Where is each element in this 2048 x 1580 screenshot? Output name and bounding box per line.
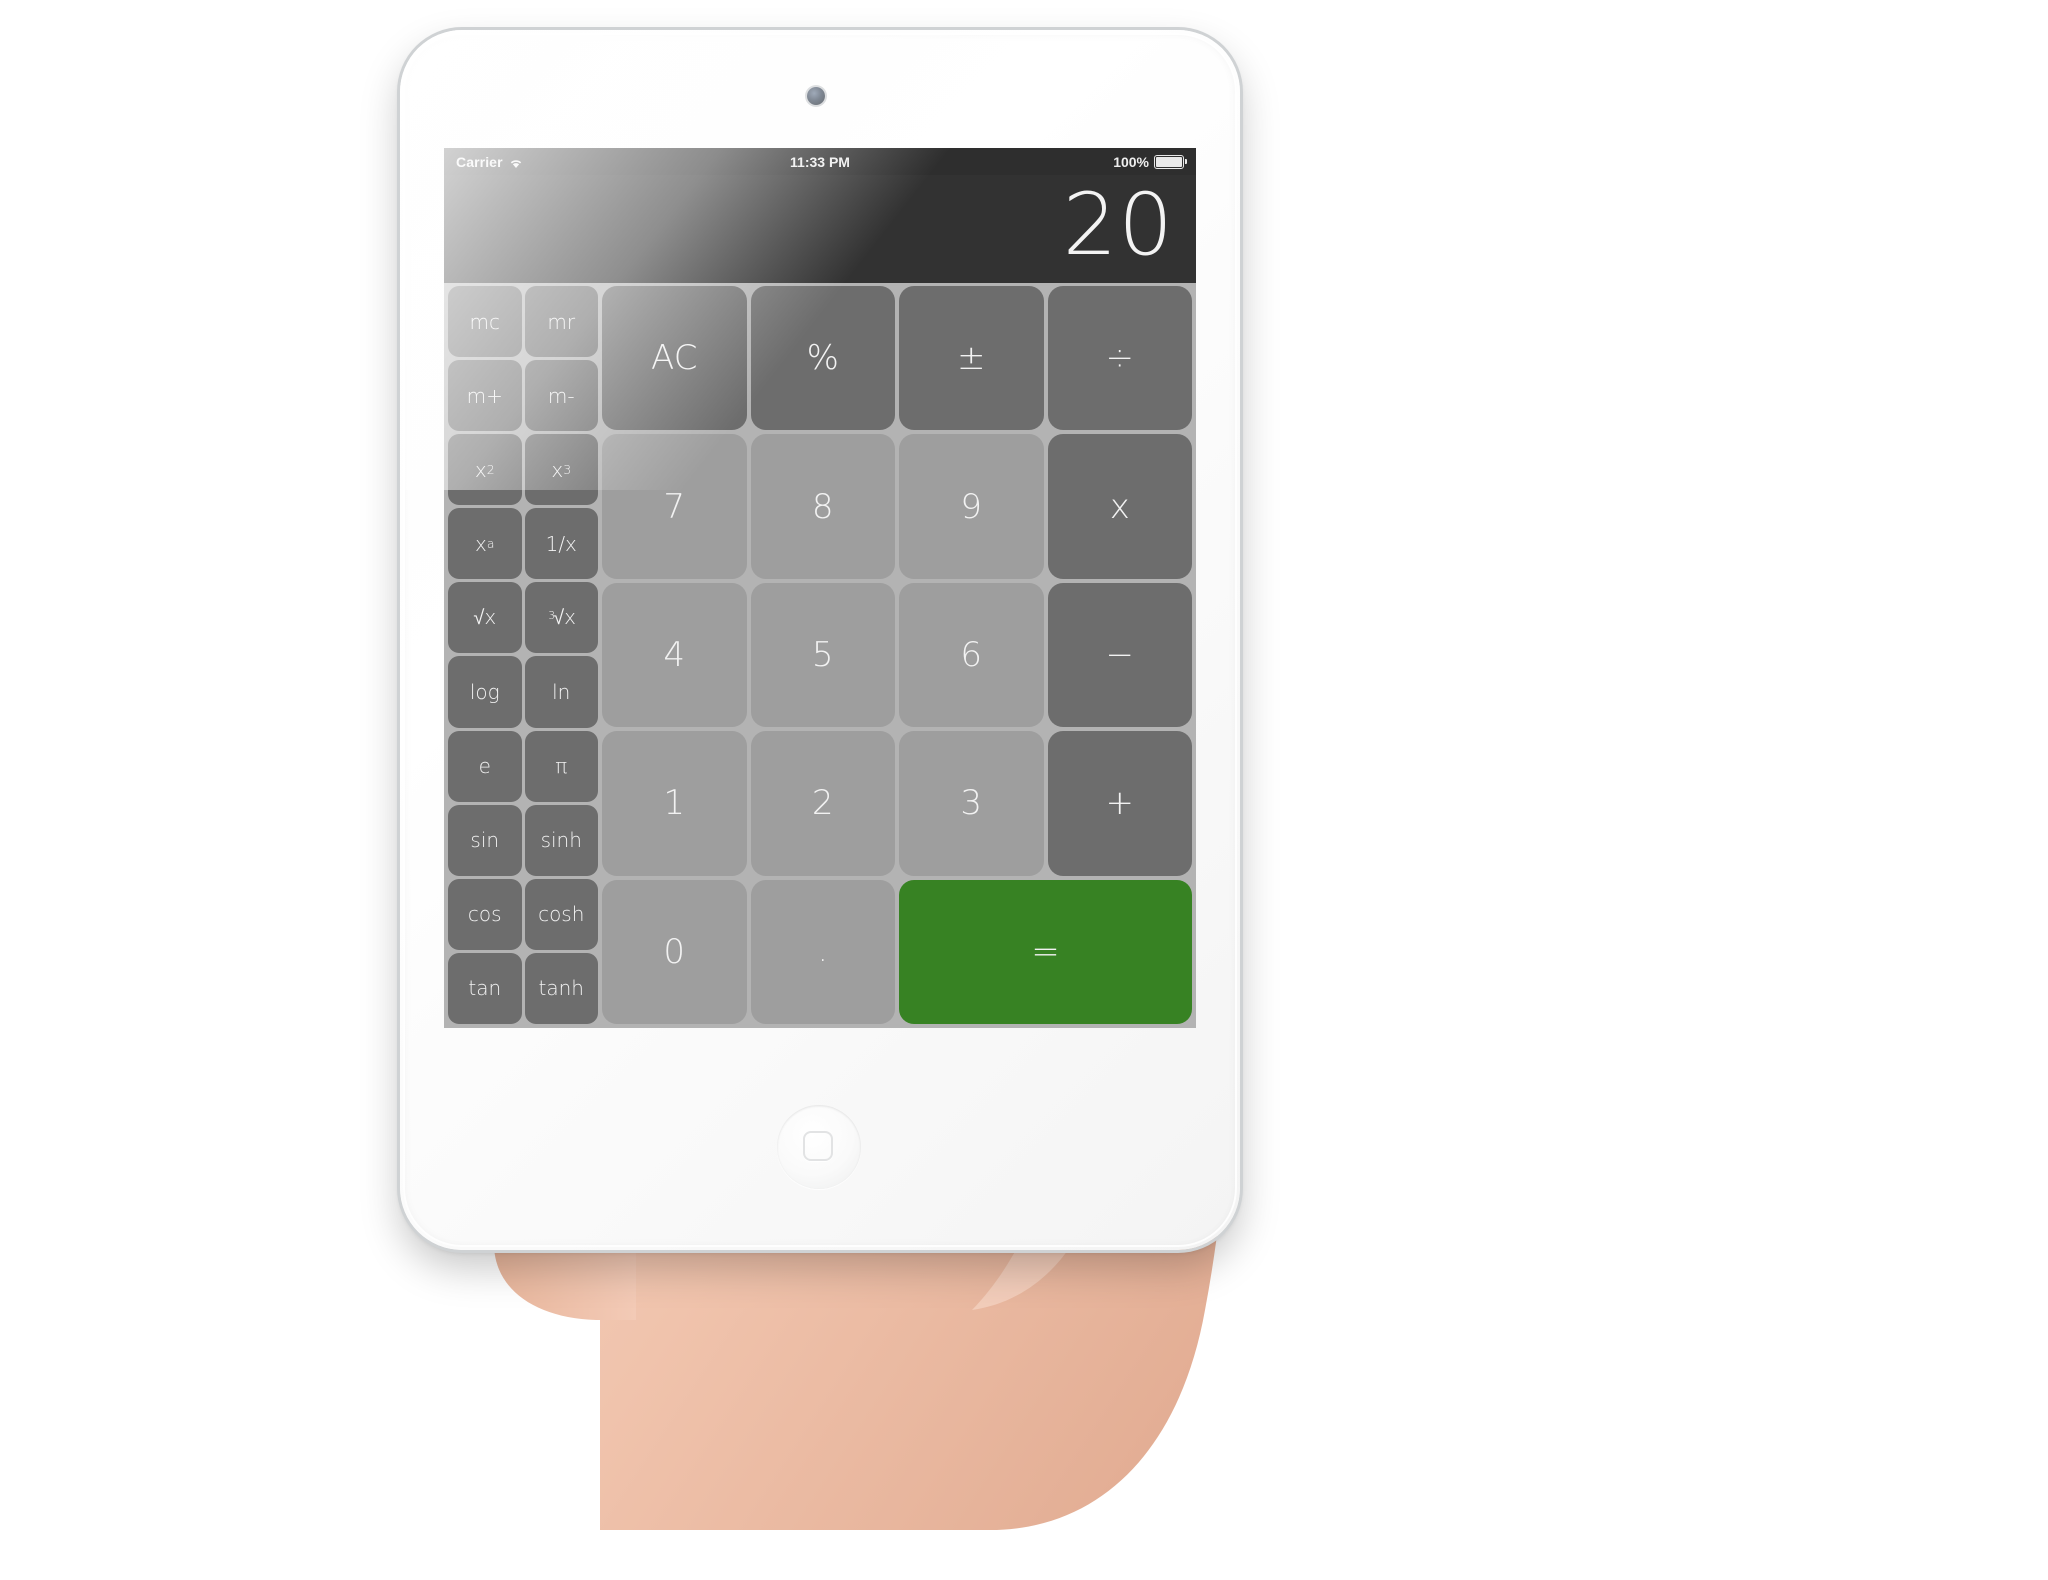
key-plus-minus[interactable]: ± bbox=[899, 286, 1044, 431]
battery-full-icon bbox=[1154, 154, 1187, 169]
key-digit-9[interactable]: 9 bbox=[899, 434, 1044, 579]
key-reciprocal[interactable]: 1/x bbox=[524, 508, 598, 580]
key-add[interactable]: + bbox=[1047, 731, 1192, 876]
key-x-power-a[interactable]: xa bbox=[448, 508, 522, 580]
status-bar-right: 100% bbox=[1113, 153, 1187, 170]
key-digit-6[interactable]: 6 bbox=[899, 582, 1044, 728]
key-log[interactable]: log bbox=[448, 656, 522, 728]
key-digit-4[interactable]: 4 bbox=[602, 582, 747, 728]
screenshot-scene: Carrier 11:33 PM 100% 20 mc mr m+ m- x 2… bbox=[0, 0, 2048, 1536]
main-key-grid: AC% ± ÷ 7 8 9 x 4 5 6− 1 2 3 +0. = bbox=[602, 286, 1192, 1024]
battery-cap bbox=[1185, 158, 1187, 164]
key-digit-2[interactable]: 2 bbox=[750, 731, 895, 876]
function-key-grid: mc mr m+ m-x 2 x 3 x a 1/x √x 3 √x log ln e π sin sinh cos c… bbox=[448, 286, 598, 1024]
front-camera-icon bbox=[807, 87, 825, 105]
key-tangent[interactable]: tan bbox=[448, 952, 522, 1024]
battery-percent-label: 100% bbox=[1113, 153, 1149, 170]
home-button[interactable] bbox=[777, 1105, 861, 1189]
key-digit-1[interactable]: 1 bbox=[602, 731, 747, 876]
key-all-clear[interactable]: AC bbox=[602, 286, 747, 431]
status-bar: Carrier 11:33 PM 100% bbox=[444, 148, 1196, 175]
key-pi[interactable]: π bbox=[524, 730, 598, 802]
key-divide[interactable]: ÷ bbox=[1047, 286, 1192, 431]
key-memory-add[interactable]: m+ bbox=[448, 360, 522, 432]
key-euler-number[interactable]: e bbox=[448, 730, 522, 802]
calculator-keypad: mc mr m+ m-x 2 x 3 x a 1/x √x 3 √x log ln e π sin sinh cos c… bbox=[444, 283, 1196, 1028]
key-memory-recall[interactable]: mr bbox=[524, 286, 598, 358]
tablet-device: Carrier 11:33 PM 100% 20 mc mr m+ m- x 2… bbox=[400, 30, 1240, 1250]
key-x-squared[interactable]: x2 bbox=[448, 434, 522, 506]
key-memory-subtract[interactable]: m- bbox=[524, 360, 598, 432]
key-digit-8[interactable]: 8 bbox=[750, 434, 895, 579]
key-x-cubed[interactable]: x3 bbox=[524, 434, 598, 506]
tablet-screen: Carrier 11:33 PM 100% 20 mc mr m+ m- x 2… bbox=[444, 148, 1196, 1028]
status-bar-time: 11:33 PM bbox=[790, 153, 850, 170]
key-percent[interactable]: % bbox=[750, 286, 895, 431]
key-digit-7[interactable]: 7 bbox=[602, 434, 747, 579]
key-decimal-point[interactable]: . bbox=[750, 879, 895, 1024]
key-square-root[interactable]: √x bbox=[448, 582, 522, 654]
key-memory-clear[interactable]: mc bbox=[448, 286, 522, 358]
key-cosine[interactable]: cos bbox=[448, 878, 522, 950]
key-hyperbolic-sine[interactable]: sinh bbox=[524, 804, 598, 876]
calculator-display: 20 bbox=[444, 175, 1196, 283]
battery-fill bbox=[1156, 156, 1182, 167]
key-sine[interactable]: sin bbox=[448, 804, 522, 876]
key-hyperbolic-tangent[interactable]: tanh bbox=[524, 952, 598, 1024]
key-multiply[interactable]: x bbox=[1047, 434, 1192, 579]
key-digit-0[interactable]: 0 bbox=[602, 879, 747, 1024]
key-digit-3[interactable]: 3 bbox=[899, 731, 1044, 876]
key-equals[interactable]: = bbox=[899, 879, 1192, 1024]
key-digit-5[interactable]: 5 bbox=[750, 582, 895, 728]
display-value: 20 bbox=[1062, 175, 1174, 275]
key-hyperbolic-cosine[interactable]: cosh bbox=[524, 878, 598, 950]
key-subtract[interactable]: − bbox=[1047, 582, 1192, 728]
key-cube-root[interactable]: 3 √x bbox=[524, 582, 598, 654]
key-natural-log[interactable]: ln bbox=[524, 656, 598, 728]
